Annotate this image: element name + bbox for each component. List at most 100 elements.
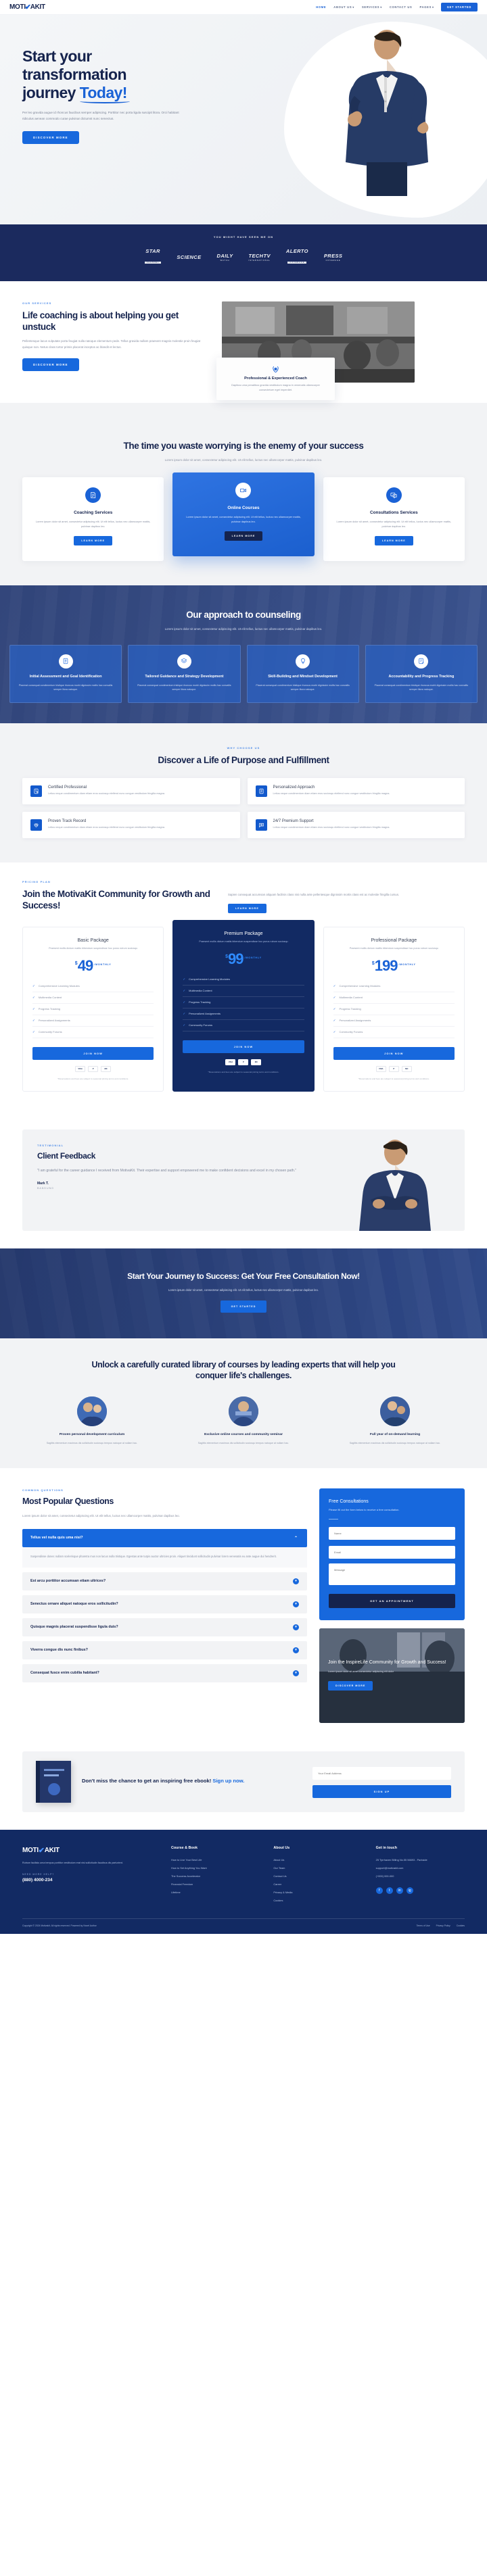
footer-link[interactable]: How to Set Anything You Want bbox=[171, 1864, 260, 1872]
library-item-photo bbox=[229, 1396, 258, 1426]
plan-note: *Reservations and fees are subject to se… bbox=[57, 1077, 129, 1080]
plan-join-button[interactable]: JOIN NOW bbox=[32, 1046, 154, 1060]
service-learn-more-button[interactable]: LEARN MORE bbox=[374, 536, 413, 546]
footer-link[interactable]: Financial Freedom bbox=[171, 1880, 260, 1889]
check-icon: ✓ bbox=[183, 1011, 186, 1015]
faq-question[interactable]: Viverra congue dis nunc finibus? ▾ bbox=[22, 1641, 307, 1659]
service-learn-more-button[interactable]: LEARN MORE bbox=[74, 536, 113, 546]
service-card[interactable]: Online Courses Lorem ipsum dolor sit ame… bbox=[172, 472, 315, 557]
email-input[interactable] bbox=[329, 1545, 455, 1559]
payment-methods: VISA P MC bbox=[333, 1065, 455, 1072]
pricing-title: Join the MotivaKit Community for Growth … bbox=[22, 888, 210, 910]
mastercard-icon: MC bbox=[251, 1059, 262, 1065]
faq-item[interactable]: Tellus vel nulla quis uma nisi? ⌃ Suspend… bbox=[22, 1528, 307, 1568]
footer-logo[interactable]: MOTI ✔ AKIT bbox=[22, 1846, 158, 1855]
plan-note: *Reservations and fees are subject to se… bbox=[358, 1077, 430, 1080]
approach-card[interactable]: Tailored Guidance and Strategy Developme… bbox=[128, 644, 241, 703]
approach-card[interactable]: Skill-Building and Mindset Development P… bbox=[246, 644, 359, 703]
message-input[interactable] bbox=[329, 1563, 455, 1585]
twitter-icon[interactable]: t bbox=[386, 1887, 393, 1894]
name-input[interactable] bbox=[329, 1526, 455, 1540]
service-card[interactable]: Consultations Services Lorem ipsum dolor… bbox=[323, 477, 465, 562]
approach-card[interactable]: Accountability and Progress Tracking Pla… bbox=[365, 644, 478, 703]
plan-feature: ✓ Comprehensive Learning Modules bbox=[183, 974, 304, 986]
faq-item[interactable]: Est arcu porttitor accumsan etiam ultric… bbox=[22, 1572, 307, 1590]
why-card[interactable]: 24/7 Premium Support Letius neque condime… bbox=[247, 811, 465, 838]
plan-join-button[interactable]: JOIN NOW bbox=[333, 1046, 455, 1060]
terms-link[interactable]: Terms of Use bbox=[417, 1924, 430, 1927]
faq-item[interactable]: Quisque magnis placerat suspendisse ligu… bbox=[22, 1618, 307, 1636]
footer-link[interactable]: Career bbox=[273, 1880, 362, 1889]
pricing-learn-more-button[interactable]: LEARN MORE bbox=[228, 904, 266, 914]
privacy-link[interactable]: Privacy Policy bbox=[436, 1924, 450, 1927]
approach-card-text: Placerat consequat condimentum tristique… bbox=[256, 683, 350, 691]
service-learn-more-button[interactable]: LEARN MORE bbox=[224, 531, 263, 541]
plan-feature: ✓ Personalized Assignments bbox=[32, 1015, 154, 1027]
appointment-button[interactable]: GET AN APPOINTMENT bbox=[329, 1593, 455, 1608]
document-icon bbox=[85, 487, 101, 503]
footer-link[interactable]: Lifetime bbox=[171, 1889, 260, 1897]
footer-link[interactable]: Privacy & Media bbox=[273, 1889, 362, 1897]
faq-question[interactable]: Consequat fusce enim cubilia habitant? ▾ bbox=[22, 1663, 307, 1682]
nav-item-about[interactable]: ABOUT US▾ bbox=[333, 5, 354, 9]
plan-join-button[interactable]: JOIN NOW bbox=[183, 1040, 304, 1053]
pricing-plan[interactable]: Premium Package Praesent mollis dictum m… bbox=[172, 920, 315, 1092]
service-card-title: Online Courses bbox=[227, 505, 260, 510]
cookies-link[interactable]: Cookies bbox=[457, 1924, 465, 1927]
footer-link[interactable]: The Success Accelerator bbox=[171, 1872, 260, 1880]
checklist-icon bbox=[414, 654, 429, 669]
footer-link[interactable]: Contact Us bbox=[273, 1872, 362, 1880]
faq-question[interactable]: Quisque magnis placerat suspendisse ligu… bbox=[22, 1618, 307, 1636]
instagram-icon[interactable]: ig bbox=[406, 1887, 413, 1894]
services-discover-button[interactable]: DISCOVER MORE bbox=[22, 358, 79, 372]
newsletter-email-input[interactable] bbox=[312, 1766, 451, 1780]
approach-card[interactable]: Initial Assessment and Goal Identificati… bbox=[9, 644, 122, 703]
footer-link[interactable]: How to Live Your Best Life bbox=[171, 1856, 260, 1864]
pricing-plan[interactable]: Basic Package Praesent mollis dictum mat… bbox=[22, 927, 164, 1092]
promo-card[interactable]: Join the InspireLife Community for Growt… bbox=[319, 1628, 465, 1723]
nav-item-contact[interactable]: CONTACT US bbox=[390, 5, 413, 9]
footer-link[interactable]: About Us bbox=[273, 1856, 362, 1864]
hero-discover-button[interactable]: DISCOVER MORE bbox=[22, 131, 79, 145]
approach-card-list: Initial Assessment and Goal Identificati… bbox=[9, 644, 478, 703]
nav-item-services[interactable]: SERVICES▾ bbox=[362, 5, 382, 9]
footer-email[interactable]: support@motivakit.com bbox=[376, 1864, 465, 1872]
check-icon: ✔ bbox=[38, 1846, 45, 1855]
nav-item-home[interactable]: HOME bbox=[316, 5, 326, 9]
why-card[interactable]: Certified Professional Letius neque condi… bbox=[22, 777, 240, 804]
faq-item[interactable]: Consequat fusce enim cubilia habitant? ▾ bbox=[22, 1663, 307, 1682]
newsletter-signup-button[interactable]: SIGN UP bbox=[312, 1784, 451, 1798]
faq-item[interactable]: Senectus ornare aliquet natoque eros sol… bbox=[22, 1595, 307, 1613]
promo-title: Join the InspireLife Community for Growt… bbox=[328, 1659, 446, 1665]
paypal-card-icon: P bbox=[238, 1059, 249, 1065]
get-started-button[interactable]: GET STARTED bbox=[440, 3, 478, 11]
why-card[interactable]: Personalized Approach Letius neque condim… bbox=[247, 777, 465, 804]
footer-phone[interactable]: (880) 4000-234 bbox=[22, 1878, 158, 1882]
library-title: Unlock a carefully curated library of co… bbox=[91, 1360, 396, 1381]
facebook-icon[interactable]: f bbox=[375, 1887, 383, 1894]
plan-feature: ✓ Multimedia Content bbox=[32, 992, 154, 1004]
why-card[interactable]: Proven Track Record Letius neque condimen… bbox=[22, 811, 240, 838]
linkedin-icon[interactable]: in bbox=[396, 1887, 403, 1894]
nav-item-pages[interactable]: PAGES▾ bbox=[419, 5, 434, 9]
faq-question[interactable]: Senectus ornare aliquet natoque eros sol… bbox=[22, 1595, 307, 1613]
brand-logo: DAILY WATCH bbox=[216, 253, 233, 262]
check-icon: ✓ bbox=[183, 1000, 186, 1004]
promo-discover-button[interactable]: DISCOVER MORE bbox=[328, 1681, 373, 1691]
faq-question[interactable]: Tellus vel nulla quis uma nisi? ⌃ bbox=[22, 1528, 307, 1547]
mastercard-icon: MC bbox=[401, 1065, 412, 1072]
footer-link[interactable]: Our Team bbox=[273, 1864, 362, 1872]
faq-question[interactable]: Est arcu porttitor accumsan etiam ultric… bbox=[22, 1572, 307, 1590]
library-item-text: Sagittis elementum maximus dis sollicitu… bbox=[349, 1441, 441, 1444]
pricing-plan[interactable]: Professional Package Praesent mollis dic… bbox=[323, 927, 465, 1092]
footer-link[interactable]: Cookies bbox=[273, 1897, 362, 1905]
footer-phone-alt[interactable]: (+000) 000-000 bbox=[376, 1872, 465, 1880]
library-item-title: Full year of on-demand learning bbox=[369, 1432, 421, 1436]
faq-item[interactable]: Viverra congue dis nunc finibus? ▾ bbox=[22, 1641, 307, 1659]
service-card[interactable]: Coaching Services Lorem ipsum dolor sit … bbox=[22, 477, 164, 562]
plan-feature: ✓ Progress Tracking bbox=[183, 997, 304, 1008]
cta-get-started-button[interactable]: GET STARTED bbox=[220, 1301, 267, 1313]
logo[interactable]: MOTI ✔ AKIT bbox=[9, 3, 45, 11]
payment-methods: VISA P MC bbox=[183, 1059, 304, 1065]
plan-feature: ✓ Progress Tracking bbox=[32, 1004, 154, 1015]
